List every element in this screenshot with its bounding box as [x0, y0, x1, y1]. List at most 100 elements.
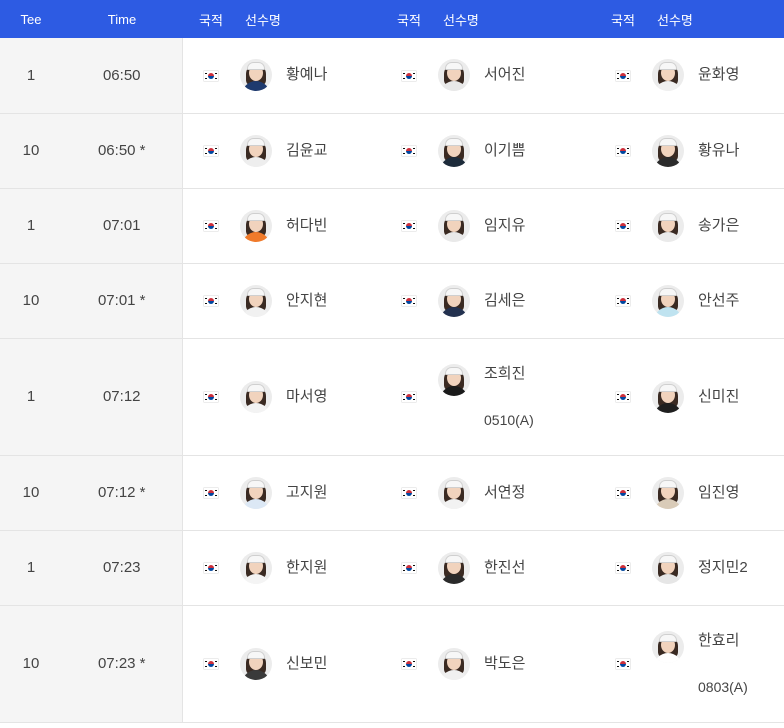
player-link[interactable]: 송가은: [652, 209, 784, 242]
player-name[interactable]: 황예나: [286, 65, 327, 85]
player-link[interactable]: 서연정: [438, 476, 594, 509]
player-link[interactable]: 황예나: [240, 59, 380, 92]
nationality-cell: [182, 530, 240, 605]
korea-flag-icon: [616, 659, 630, 670]
player-cell: 이기쁨: [438, 113, 594, 188]
table-row: 10 06:50 * 김윤교 이기쁨 황유나: [0, 113, 784, 188]
player-link[interactable]: 박도은: [438, 647, 594, 680]
player-avatar[interactable]: [652, 630, 684, 663]
player-avatar[interactable]: [240, 476, 272, 509]
player-name[interactable]: 한효리: [698, 631, 748, 651]
player-link[interactable]: 윤화영: [652, 59, 784, 92]
player-link[interactable]: 김세은: [438, 284, 594, 317]
player-avatar[interactable]: [438, 209, 470, 242]
nationality-cell: [594, 38, 652, 113]
nationality-cell: [594, 188, 652, 263]
player-name[interactable]: 박도은: [484, 654, 525, 674]
player-name[interactable]: 한진선: [484, 558, 525, 578]
player-link[interactable]: 한진선: [438, 551, 594, 584]
player-avatar[interactable]: [652, 59, 684, 92]
nationality-cell: [594, 113, 652, 188]
player-link[interactable]: 신미진: [652, 380, 784, 413]
player-name[interactable]: 송가은: [698, 216, 739, 236]
player-name[interactable]: 안선주: [698, 291, 739, 311]
player-avatar[interactable]: [240, 380, 272, 413]
table-row: 10 07:12 * 고지원 서연정 임진영: [0, 455, 784, 530]
player-avatar[interactable]: [652, 284, 684, 317]
player-link[interactable]: 임진영: [652, 476, 784, 509]
player-name[interactable]: 한지원: [286, 558, 327, 578]
player-cell: 신보민: [240, 605, 380, 722]
player-avatar[interactable]: [240, 134, 272, 167]
player-avatar[interactable]: [240, 59, 272, 92]
player-avatar[interactable]: [438, 647, 470, 680]
header-nationality: 국적: [594, 0, 652, 38]
table-row: 10 07:01 * 안지현 김세은 안선주: [0, 263, 784, 338]
tee-number: 1: [0, 38, 62, 113]
player-avatar[interactable]: [652, 551, 684, 584]
player-name[interactable]: 김세은: [484, 291, 525, 311]
player-name[interactable]: 황유나: [698, 141, 739, 161]
player-name[interactable]: 마서영: [286, 387, 327, 407]
player-avatar[interactable]: [652, 209, 684, 242]
nationality-cell: [380, 530, 438, 605]
player-link[interactable]: 한지원: [240, 551, 380, 584]
nationality-cell: [594, 338, 652, 455]
korea-flag-icon: [204, 488, 219, 499]
header-player: 선수명: [652, 0, 784, 38]
korea-flag-icon: [616, 392, 630, 403]
player-avatar[interactable]: [438, 284, 470, 317]
player-link[interactable]: 정지민2: [652, 551, 784, 584]
player-link[interactable]: 마서영: [240, 380, 380, 413]
player-avatar[interactable]: [438, 363, 470, 396]
player-name[interactable]: 이기쁨: [484, 141, 525, 161]
player-cell: 임지유: [438, 188, 594, 263]
player-link[interactable]: 황유나: [652, 134, 784, 167]
player-avatar[interactable]: [652, 380, 684, 413]
player-cell: 마서영: [240, 338, 380, 455]
player-avatar[interactable]: [438, 59, 470, 92]
player-avatar[interactable]: [240, 647, 272, 680]
player-cell: 황유나: [652, 113, 784, 188]
player-link[interactable]: 이기쁨: [438, 134, 594, 167]
player-cell: 한지원: [240, 530, 380, 605]
player-name[interactable]: 신미진: [698, 387, 739, 407]
player-link[interactable]: 조희진 0510(A): [438, 363, 594, 430]
player-link[interactable]: 임지유: [438, 209, 594, 242]
player-link[interactable]: 신보민: [240, 647, 380, 680]
player-link[interactable]: 허다빈: [240, 209, 380, 242]
player-avatar[interactable]: [652, 134, 684, 167]
player-avatar[interactable]: [438, 551, 470, 584]
player-name[interactable]: 안지현: [286, 291, 327, 311]
player-link[interactable]: 고지원: [240, 476, 380, 509]
player-name[interactable]: 허다빈: [286, 216, 327, 236]
player-name[interactable]: 정지민2: [698, 558, 748, 578]
player-name[interactable]: 임지유: [484, 216, 525, 236]
player-avatar[interactable]: [240, 284, 272, 317]
player-avatar[interactable]: [438, 134, 470, 167]
nationality-cell: [380, 188, 438, 263]
player-link[interactable]: 김윤교: [240, 134, 380, 167]
player-link[interactable]: 안지현: [240, 284, 380, 317]
player-name[interactable]: 서연정: [484, 483, 525, 503]
player-name[interactable]: 고지원: [286, 483, 327, 503]
player-name[interactable]: 조희진: [484, 364, 534, 384]
korea-flag-icon: [402, 392, 416, 403]
player-name[interactable]: 윤화영: [698, 65, 739, 85]
player-name[interactable]: 임진영: [698, 483, 739, 503]
player-link[interactable]: 한효리 0803(A): [652, 630, 784, 697]
player-avatar[interactable]: [240, 551, 272, 584]
tee-number: 1: [0, 188, 62, 263]
player-name[interactable]: 김윤교: [286, 141, 327, 161]
tee-number: 10: [0, 455, 62, 530]
nationality-cell: [594, 455, 652, 530]
player-avatar[interactable]: [438, 476, 470, 509]
player-avatar[interactable]: [652, 476, 684, 509]
player-avatar[interactable]: [240, 209, 272, 242]
player-name[interactable]: 서어진: [484, 65, 525, 85]
player-name[interactable]: 신보민: [286, 654, 327, 674]
player-link[interactable]: 안선주: [652, 284, 784, 317]
player-cell: 정지민2: [652, 530, 784, 605]
player-link[interactable]: 서어진: [438, 59, 594, 92]
player-cell: 서어진: [438, 38, 594, 113]
